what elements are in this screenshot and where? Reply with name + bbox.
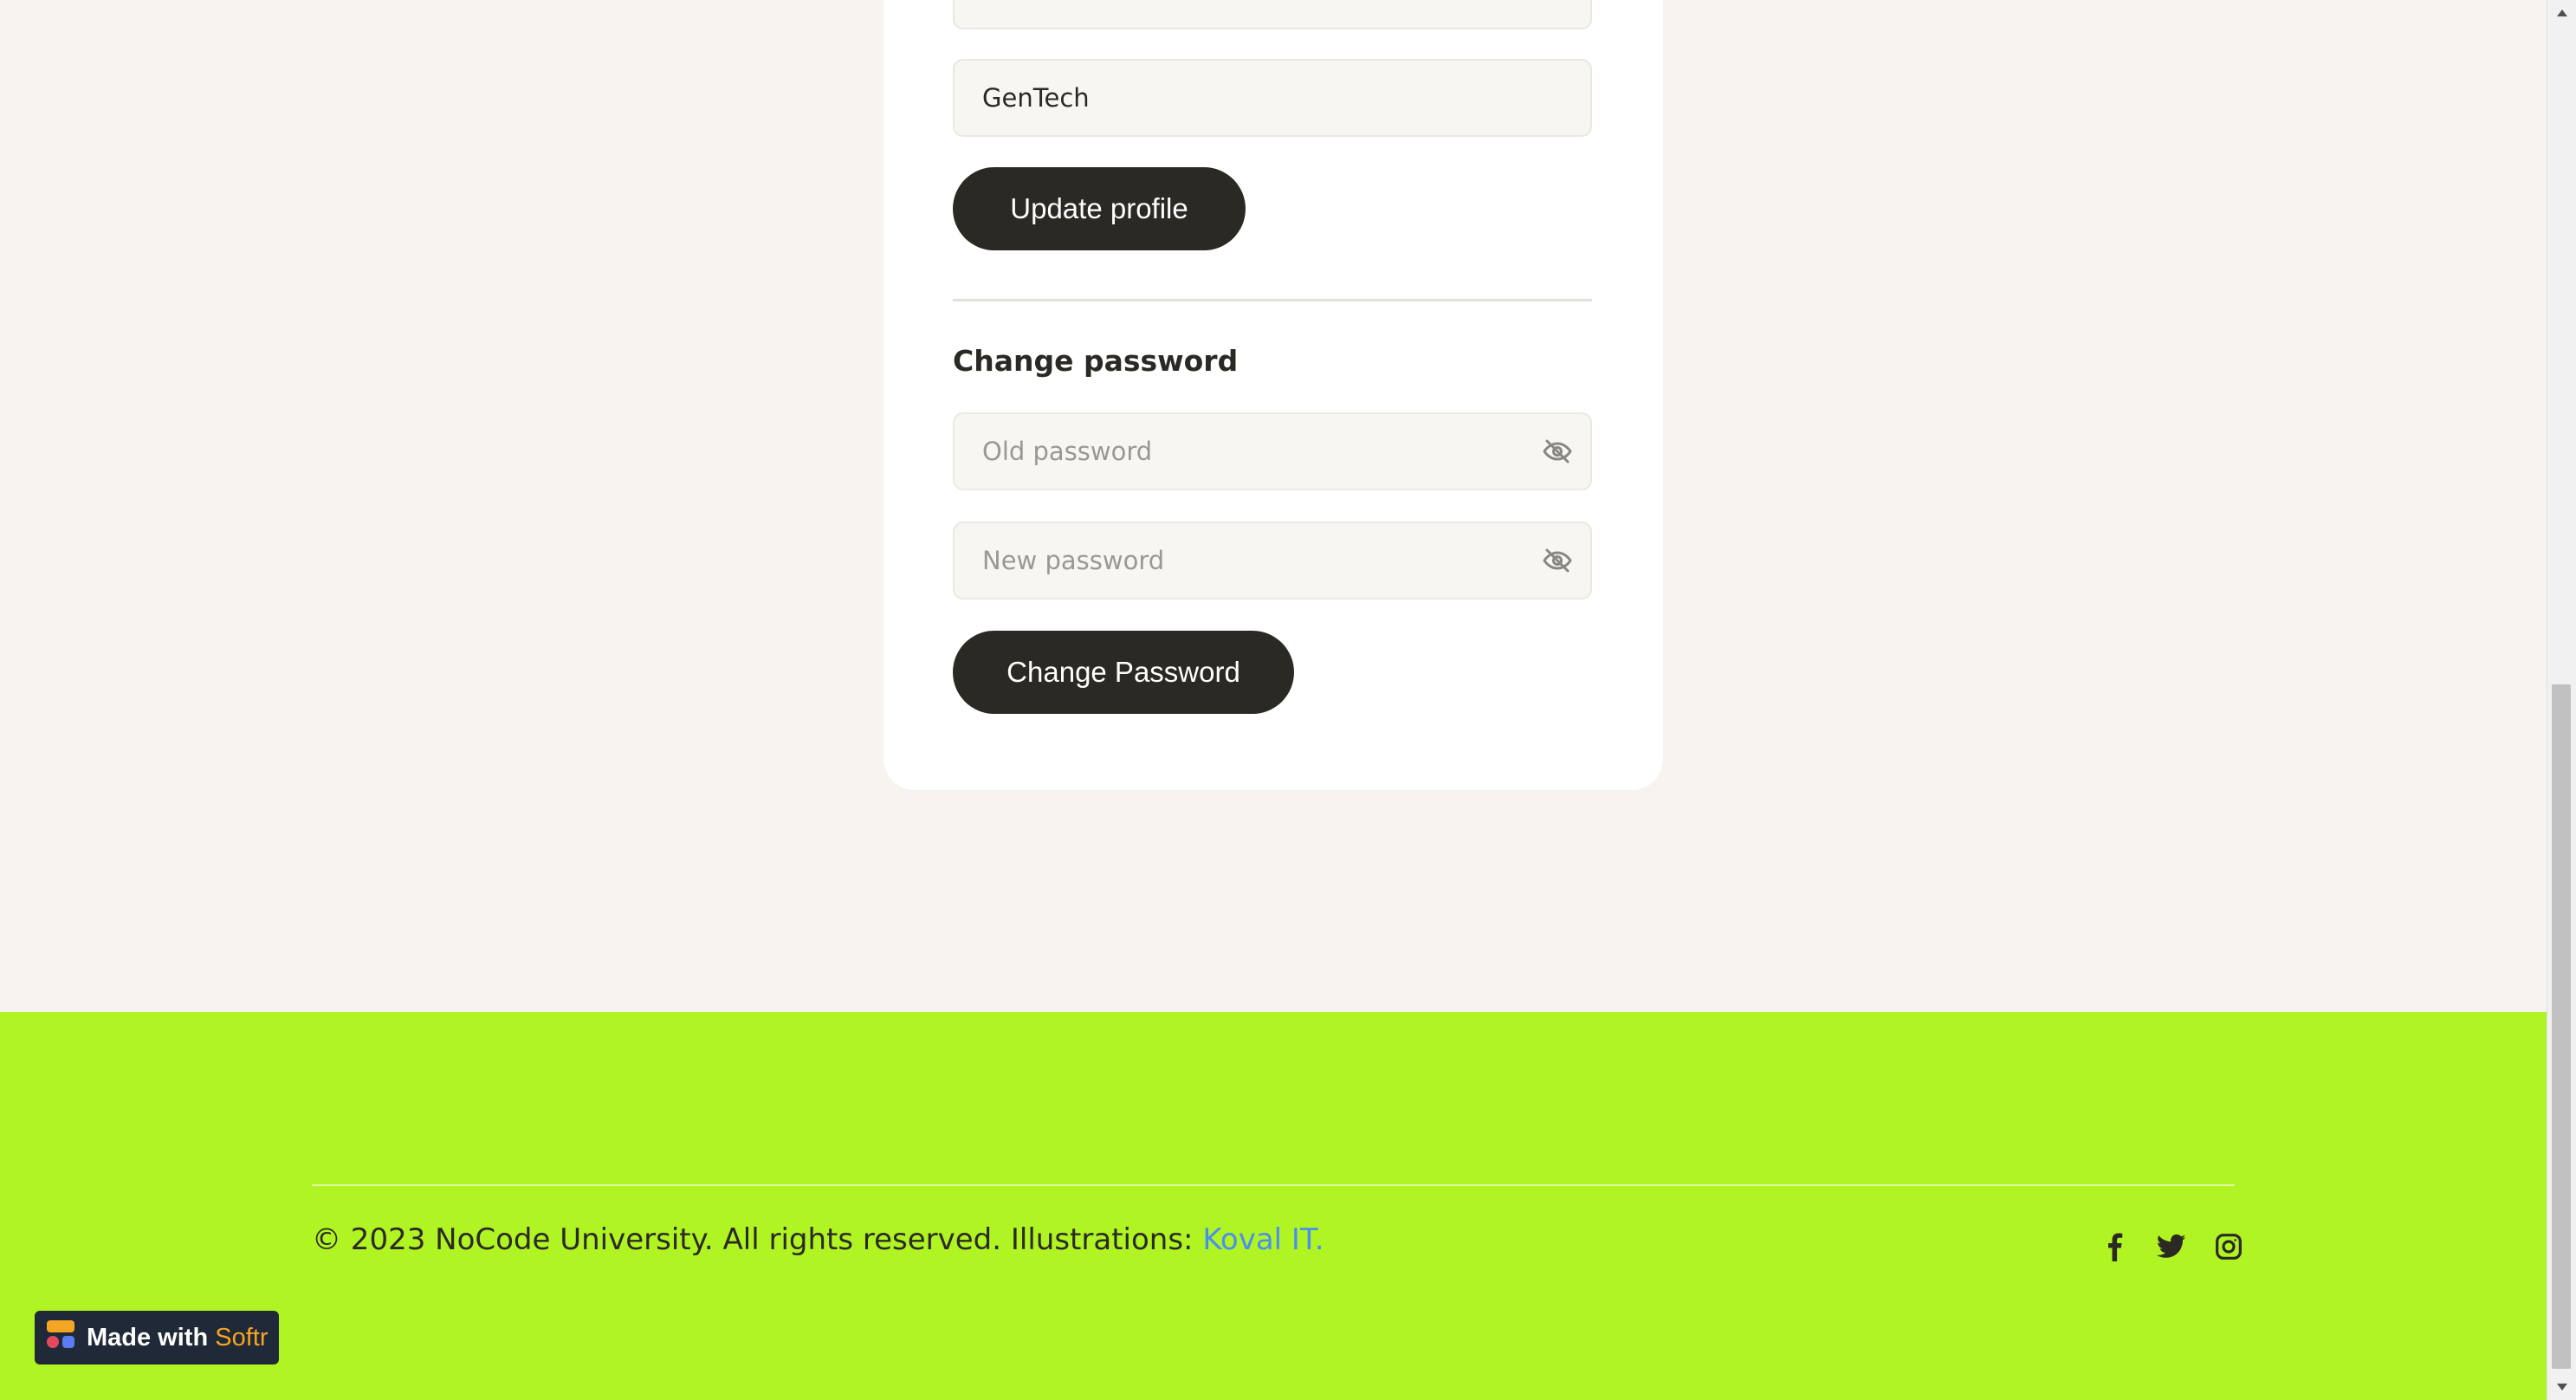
copyright-text: © 2023 NoCode University. All rights res… bbox=[312, 1222, 1203, 1257]
company-field-value: GenTech bbox=[982, 83, 1090, 113]
twitter-icon[interactable] bbox=[2153, 1228, 2190, 1265]
footer-divider bbox=[312, 1184, 2235, 1186]
new-password-placeholder: New password bbox=[982, 546, 1165, 575]
page-viewport: GenTech Update profile Change password O… bbox=[0, 0, 2547, 1400]
section-divider bbox=[953, 299, 1592, 301]
old-password-field[interactable]: Old password bbox=[953, 412, 1592, 490]
facebook-icon[interactable] bbox=[2096, 1228, 2133, 1265]
badge-made-with: Made with bbox=[87, 1323, 209, 1351]
eye-off-icon[interactable] bbox=[1540, 434, 1575, 469]
illustrations-link[interactable]: Koval IT. bbox=[1202, 1222, 1324, 1257]
vertical-scrollbar[interactable] bbox=[2547, 0, 2576, 1400]
old-password-placeholder: Old password bbox=[982, 437, 1153, 466]
scroll-up-arrow-icon[interactable] bbox=[2547, 0, 2576, 26]
scroll-down-arrow-icon[interactable] bbox=[2547, 1374, 2576, 1400]
new-password-field[interactable]: New password bbox=[953, 522, 1592, 600]
eye-off-icon[interactable] bbox=[1540, 543, 1575, 578]
profile-field-partial[interactable] bbox=[953, 0, 1592, 29]
footer: © 2023 NoCode University. All rights res… bbox=[0, 1012, 2547, 1400]
change-password-title: Change password bbox=[953, 344, 1239, 378]
softr-logo-icon bbox=[47, 1320, 74, 1355]
company-field[interactable]: GenTech bbox=[953, 59, 1592, 137]
update-profile-button[interactable]: Update profile bbox=[953, 167, 1246, 250]
scrollbar-thumb[interactable] bbox=[2552, 684, 2571, 1369]
social-links bbox=[2096, 1228, 2247, 1265]
made-with-softr-badge[interactable]: Made with Softr bbox=[35, 1311, 279, 1364]
copyright: © 2023 NoCode University. All rights res… bbox=[312, 1222, 1324, 1257]
change-password-button[interactable]: Change Password bbox=[953, 631, 1294, 714]
instagram-icon[interactable] bbox=[2210, 1228, 2247, 1265]
badge-brand: Softr bbox=[215, 1323, 269, 1351]
